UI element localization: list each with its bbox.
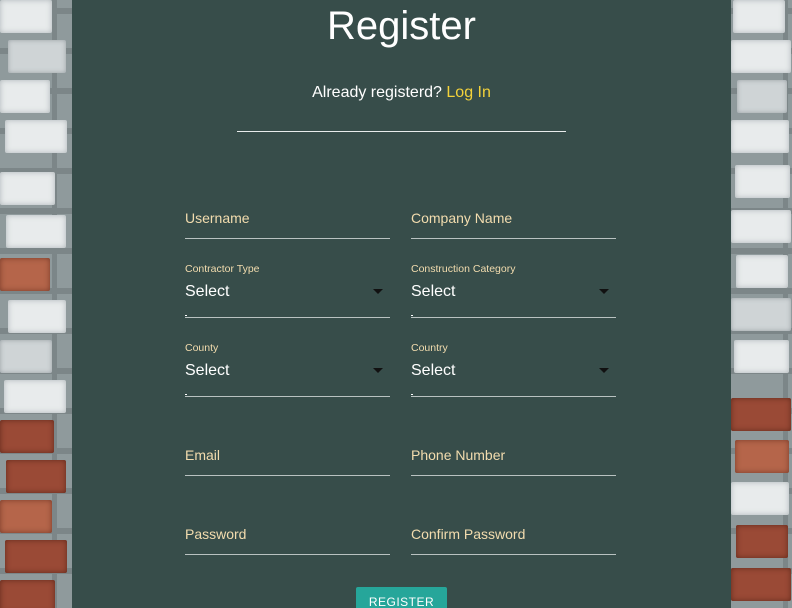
caret-down-icon: [599, 368, 609, 373]
construction-category-select[interactable]: Construction Category Select: [411, 263, 616, 319]
construction-category-underline: [411, 317, 616, 318]
county-select[interactable]: County Select: [185, 342, 390, 398]
country-label: Country: [411, 342, 448, 354]
caret-down-icon: [373, 368, 383, 373]
password-underline: [185, 554, 390, 555]
login-link[interactable]: Log In: [446, 84, 490, 101]
company-name-field[interactable]: Company Name: [411, 209, 616, 240]
caret-down-icon: [599, 289, 609, 294]
contractor-type-select[interactable]: Contractor Type Select: [185, 263, 390, 319]
underline-accent: [411, 394, 413, 395]
register-panel: Register Already registerd? Log In Usern…: [72, 0, 731, 608]
caret-down-icon: [373, 289, 383, 294]
county-underline: [185, 396, 390, 397]
phone-number-field[interactable]: Phone Number: [411, 446, 616, 477]
contractor-type-underline: [185, 317, 390, 318]
confirm-password-placeholder: Confirm Password: [411, 526, 526, 542]
password-field[interactable]: Password: [185, 525, 390, 556]
username-placeholder: Username: [185, 210, 250, 226]
contractor-type-label: Contractor Type: [185, 263, 260, 275]
country-select[interactable]: Country Select: [411, 342, 616, 398]
county-label: County: [185, 342, 219, 354]
phone-number-placeholder: Phone Number: [411, 447, 506, 463]
login-prompt-text: Already registerd?: [312, 84, 442, 101]
email-underline: [185, 475, 390, 476]
login-prompt: Already registerd? Log In: [72, 83, 731, 103]
confirm-password-underline: [411, 554, 616, 555]
county-value: Select: [185, 362, 230, 379]
password-placeholder: Password: [185, 526, 247, 542]
underline-accent: [411, 315, 413, 316]
confirm-password-field[interactable]: Confirm Password: [411, 525, 616, 556]
country-value: Select: [411, 362, 456, 379]
page-title: Register: [327, 4, 476, 48]
username-underline: [185, 238, 390, 239]
title-divider: [237, 131, 566, 132]
contractor-type-value: Select: [185, 283, 230, 300]
phone-number-underline: [411, 475, 616, 476]
country-underline: [411, 396, 616, 397]
company-name-placeholder: Company Name: [411, 210, 513, 226]
construction-category-value: Select: [411, 283, 456, 300]
register-button[interactable]: REGISTER: [356, 587, 447, 608]
email-field[interactable]: Email: [185, 446, 390, 477]
company-name-underline: [411, 238, 616, 239]
construction-category-label: Construction Category: [411, 263, 516, 275]
underline-accent: [185, 394, 187, 395]
underline-accent: [185, 315, 187, 316]
brick-wall-right: [731, 0, 792, 608]
email-placeholder: Email: [185, 447, 221, 463]
username-field[interactable]: Username: [185, 209, 390, 240]
brick-wall-left: [0, 0, 72, 608]
